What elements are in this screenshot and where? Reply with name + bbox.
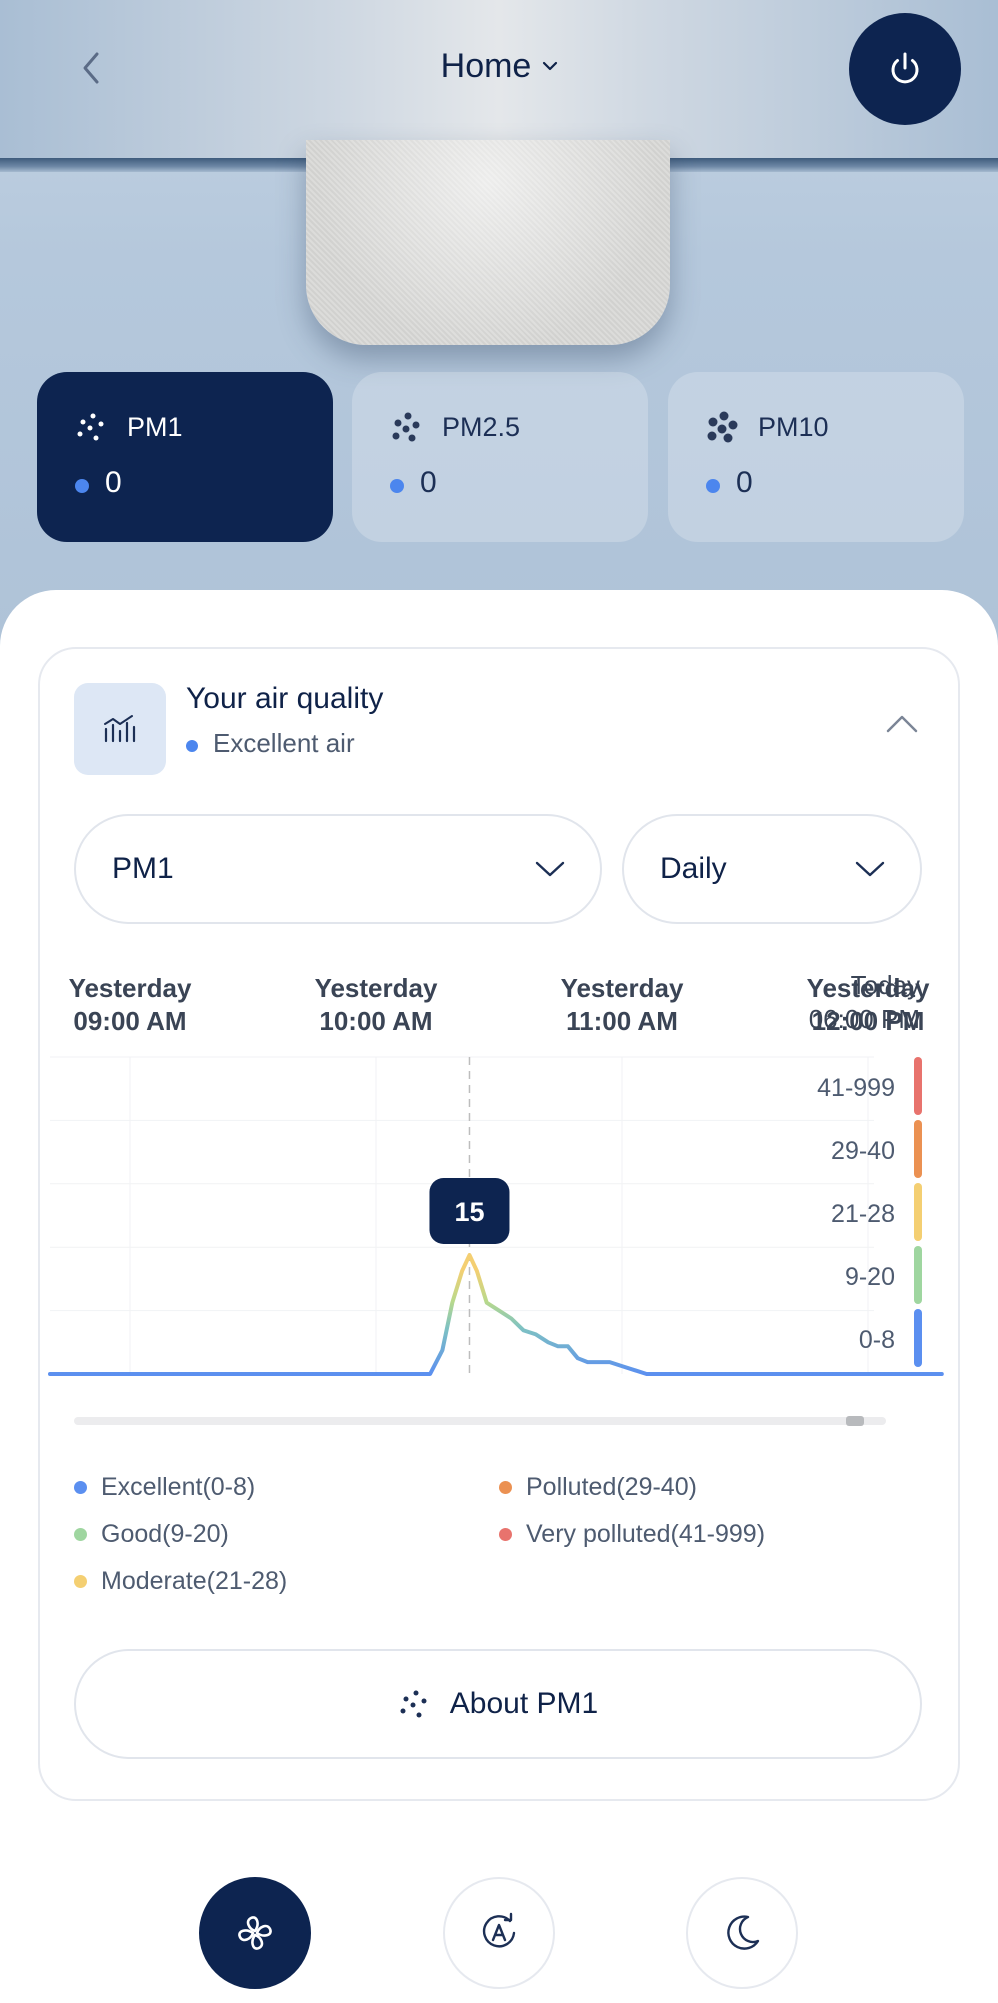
band-swatch: [914, 1246, 922, 1304]
x-tick-label: 09:00 AM: [73, 1006, 186, 1036]
air-quality-status: Excellent air: [213, 728, 355, 758]
legend-label: Polluted(29-40): [526, 1473, 697, 1501]
pm-history-chart[interactable]: Yesterday09:00 AMYesterday10:00 AMYester…: [0, 960, 998, 1380]
band-label: 9-20: [845, 1263, 895, 1291]
chart-icon: [104, 715, 136, 743]
chart-scrollbar-thumb[interactable]: [846, 1416, 864, 1426]
fan-mode-button[interactable]: [199, 1877, 311, 1989]
back-button[interactable]: [40, 12, 144, 124]
legend-label: Excellent(0-8): [101, 1473, 256, 1501]
band-swatch: [914, 1183, 922, 1241]
legend-dot: [74, 1575, 87, 1588]
x-tick-label: 11:00 AM: [566, 1006, 678, 1036]
x-tick-label: 10:00 AM: [319, 1006, 432, 1036]
moon-icon: [727, 1915, 760, 1950]
pm-tile-value: 0: [105, 466, 122, 499]
pm-tile-label: PM1: [127, 412, 183, 442]
hero-image: [0, 0, 998, 640]
chart-scrollbar[interactable]: [74, 1417, 886, 1425]
legend-dot: [74, 1528, 87, 1541]
x-tick-label: Yesterday: [315, 973, 438, 1003]
legend-dot: [499, 1481, 512, 1494]
chevron-left-icon: [83, 52, 99, 84]
auto-mode-icon: [482, 1912, 516, 1948]
status-dot: [75, 479, 89, 493]
particles-small-icon: [400, 1690, 427, 1718]
home-selector[interactable]: Home: [380, 44, 620, 88]
tooltip-value: 15: [454, 1197, 484, 1227]
period-select[interactable]: Daily: [622, 814, 922, 924]
legend-dot: [499, 1528, 512, 1541]
chevron-down-icon: [543, 61, 558, 71]
band-label: 41-999: [817, 1074, 895, 1102]
series-line-pm1: [48, 1253, 944, 1376]
status-dot: [390, 479, 404, 493]
band-label: 21-28: [831, 1200, 895, 1228]
x-tick-label: Yesterday: [69, 973, 192, 1003]
band-swatch: [914, 1309, 922, 1367]
about-button-label: About PM1: [449, 1687, 599, 1720]
particles-large-icon: [707, 411, 738, 443]
x-tick-label: 06:00 PM: [809, 1004, 920, 1034]
x-axis-labels: Yesterday09:00 AMYesterday10:00 AMYester…: [69, 970, 930, 1036]
band-swatch: [914, 1120, 922, 1178]
pollutant-select-value: PM1: [112, 852, 174, 885]
band-label: 0-8: [859, 1326, 895, 1354]
air-quality-title: Your air quality: [186, 682, 384, 715]
pm-tile-value: 0: [736, 466, 753, 499]
chevron-up-icon[interactable]: [885, 713, 919, 735]
fan-icon: [238, 1916, 272, 1950]
page-title: Home: [440, 46, 532, 85]
legend-label: Good(9-20): [101, 1520, 229, 1548]
chevron-down-icon: [855, 861, 885, 877]
band-legend: 41-999 29-40 21-28 9-20 0-8: [817, 1057, 922, 1367]
pm-tile-value: 0: [420, 466, 437, 499]
legend-item-excellent: Excellent(0-8): [74, 1473, 255, 1502]
pollutant-select[interactable]: PM1: [74, 814, 602, 924]
about-pm1-button[interactable]: About PM1: [74, 1649, 922, 1759]
legend-dot: [74, 1481, 87, 1494]
pm-tile-pm2-5[interactable]: PM2.5 0: [352, 372, 648, 542]
power-icon: [891, 52, 919, 84]
power-button[interactable]: [849, 13, 961, 125]
pm-tile-label: PM2.5: [442, 412, 521, 442]
air-purifier-image: [306, 140, 670, 345]
sleep-mode-button[interactable]: [686, 1877, 798, 1989]
legend-item-very-polluted: Very polluted(41-999): [499, 1520, 765, 1549]
pm-tile-pm10[interactable]: PM10 0: [668, 372, 964, 542]
chevron-down-icon: [535, 861, 565, 877]
chart-icon-box: [74, 683, 166, 775]
value-tooltip: 15: [429, 1178, 510, 1244]
band-label: 29-40: [831, 1137, 895, 1165]
status-dot: [706, 479, 720, 493]
legend-label: Moderate(21-28): [101, 1567, 288, 1595]
particles-small-icon: [77, 413, 104, 441]
pm-tile-label: PM10: [758, 412, 829, 442]
x-tick-label: Yesterday: [561, 973, 684, 1003]
auto-mode-button[interactable]: [443, 1877, 555, 1989]
status-dot: [186, 740, 198, 752]
legend-item-moderate: Moderate(21-28): [74, 1567, 287, 1596]
legend-item-good: Good(9-20): [74, 1520, 229, 1549]
pm-tile-pm1[interactable]: PM1 0: [37, 372, 333, 542]
x-tick-label: Today: [851, 970, 920, 1000]
band-swatch: [914, 1057, 922, 1115]
legend-item-polluted: Polluted(29-40): [499, 1473, 697, 1502]
period-select-value: Daily: [660, 852, 727, 885]
particles-medium-icon: [392, 412, 420, 442]
legend-label: Very polluted(41-999): [526, 1520, 766, 1548]
